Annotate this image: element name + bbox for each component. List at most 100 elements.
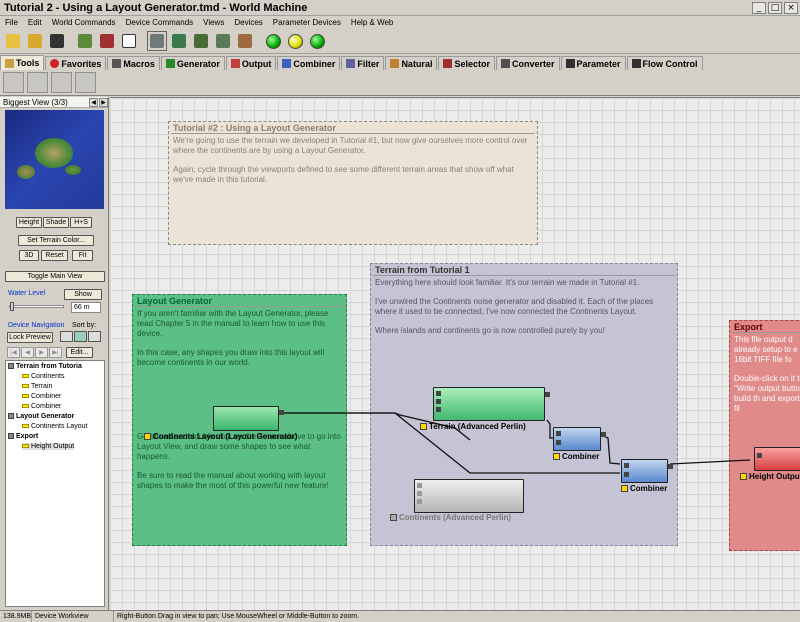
save-button[interactable]: [47, 31, 67, 51]
device-workview[interactable]: Tutorial #2 : Using a Layout Generator W…: [110, 97, 800, 610]
fit-button[interactable]: Fit: [72, 250, 93, 261]
tab-filter[interactable]: Filter: [341, 56, 385, 70]
tab-parameter[interactable]: Parameter: [560, 56, 626, 70]
device-view-icon: [150, 34, 164, 48]
first-icon[interactable]: |◀: [7, 347, 20, 358]
set-terrain-color-button[interactable]: Set Terrain Color...: [18, 235, 94, 246]
tab-combiner[interactable]: Combiner: [277, 56, 341, 70]
tree-item[interactable]: Export: [8, 433, 38, 440]
input-port[interactable]: [436, 399, 441, 404]
tree-item[interactable]: Layout Generator: [8, 413, 74, 420]
world-view-button[interactable]: [75, 31, 95, 51]
tab-favorites[interactable]: Favorites: [45, 56, 107, 70]
tool-slot[interactable]: [75, 72, 96, 93]
tree-item[interactable]: Combiner: [22, 393, 61, 400]
continents-node-disabled[interactable]: [414, 479, 524, 513]
random-button[interactable]: [119, 31, 139, 51]
input-port[interactable]: [417, 499, 422, 504]
tab-output[interactable]: Output: [225, 56, 277, 70]
new-button[interactable]: [3, 31, 23, 51]
menu-parameter-devices[interactable]: Parameter Devices: [268, 18, 346, 27]
input-port[interactable]: [436, 407, 441, 412]
prev-icon[interactable]: ◀: [21, 347, 34, 358]
terrain-view-button[interactable]: [191, 31, 211, 51]
sort-type-icon[interactable]: [74, 331, 87, 342]
last-icon[interactable]: ▶|: [49, 347, 62, 358]
layout-view-button[interactable]: [169, 31, 189, 51]
next-icon[interactable]: ▶: [35, 347, 48, 358]
input-port[interactable]: [556, 431, 561, 436]
prev-view-icon[interactable]: ◀: [89, 97, 98, 107]
terrain-node[interactable]: [433, 387, 550, 421]
input-port[interactable]: [417, 491, 422, 496]
input-port[interactable]: [624, 463, 629, 468]
slider-thumb[interactable]: [10, 302, 14, 311]
input-port[interactable]: [556, 440, 561, 445]
menu-devices[interactable]: Devices: [229, 18, 267, 27]
menu-file[interactable]: File: [0, 18, 23, 27]
view-title: Biggest View (3/3): [3, 97, 68, 107]
water-value-field[interactable]: 66 m: [71, 302, 101, 313]
tree-item[interactable]: Height Output: [22, 443, 75, 450]
minimize-icon[interactable]: _: [752, 1, 766, 14]
mode-status: Device Workview: [32, 610, 114, 622]
hs-button[interactable]: H+S: [70, 217, 92, 228]
sort-group-icon[interactable]: [88, 331, 101, 342]
tree-item[interactable]: Terrain from Tutoria: [8, 363, 82, 370]
water-level-slider[interactable]: [9, 302, 64, 311]
lock-preview-button[interactable]: Lock Preview: [7, 332, 53, 343]
maximize-icon[interactable]: □: [768, 1, 782, 14]
tool-slot[interactable]: [51, 72, 72, 93]
shade-button[interactable]: Shade: [43, 217, 69, 228]
toggle-main-view-button[interactable]: Toggle Main View: [5, 271, 105, 282]
input-port[interactable]: [624, 472, 629, 477]
tab-selector[interactable]: Selector: [438, 56, 495, 70]
menu-edit[interactable]: Edit: [23, 18, 47, 27]
output-port[interactable]: [601, 432, 606, 437]
yellow-ball-icon: [287, 33, 303, 49]
sort-list-icon[interactable]: [60, 331, 73, 342]
tab-flow-control[interactable]: Flow Control: [626, 56, 703, 70]
show-water-button[interactable]: Show: [64, 289, 102, 300]
build-preview-button[interactable]: [285, 31, 305, 51]
tool-slot[interactable]: [27, 72, 48, 93]
build-button[interactable]: [263, 31, 283, 51]
tab-natural[interactable]: Natural: [385, 56, 438, 70]
tree-item[interactable]: Terrain: [22, 383, 52, 390]
menu-views[interactable]: Views: [198, 18, 229, 27]
tool-slot[interactable]: [3, 72, 24, 93]
reset-button[interactable]: Reset: [41, 250, 68, 261]
tree-item[interactable]: Combiner: [22, 403, 61, 410]
tab-generator[interactable]: Generator: [160, 56, 225, 70]
next-view-icon[interactable]: ▶: [99, 97, 108, 107]
close-icon[interactable]: ×: [784, 1, 798, 14]
tree-item[interactable]: Continents: [22, 373, 64, 380]
edit-button[interactable]: Edit...: [66, 347, 93, 358]
input-port[interactable]: [417, 483, 422, 488]
build-extents-button[interactable]: [307, 31, 327, 51]
output-port[interactable]: [545, 392, 550, 397]
tree-item[interactable]: Continents Layout: [22, 423, 87, 430]
menu-world-commands[interactable]: World Commands: [47, 18, 121, 27]
height-output-node[interactable]: [754, 447, 800, 471]
input-port[interactable]: [436, 391, 441, 396]
continents-layout-node[interactable]: [213, 406, 284, 431]
height-button[interactable]: Height: [16, 217, 42, 228]
texture-view-button[interactable]: [235, 31, 255, 51]
3d-button[interactable]: 3D: [19, 250, 39, 261]
menu-device-commands[interactable]: Device Commands: [121, 18, 199, 27]
combiner-node-1[interactable]: [553, 427, 606, 451]
render-button[interactable]: [97, 31, 117, 51]
output-port[interactable]: [279, 410, 284, 415]
device-view-button[interactable]: [147, 31, 167, 51]
input-port[interactable]: [757, 453, 762, 458]
tab-converter[interactable]: Converter: [495, 56, 560, 70]
output-port[interactable]: [668, 464, 673, 469]
terrain-preview[interactable]: [5, 110, 104, 209]
combiner-node-2[interactable]: [621, 459, 673, 483]
tab-tools[interactable]: Tools: [0, 55, 45, 70]
open-button[interactable]: [25, 31, 45, 51]
menu-help-web[interactable]: Help & Web: [346, 18, 399, 27]
3d-view-button[interactable]: [213, 31, 233, 51]
tab-macros[interactable]: Macros: [107, 56, 160, 70]
